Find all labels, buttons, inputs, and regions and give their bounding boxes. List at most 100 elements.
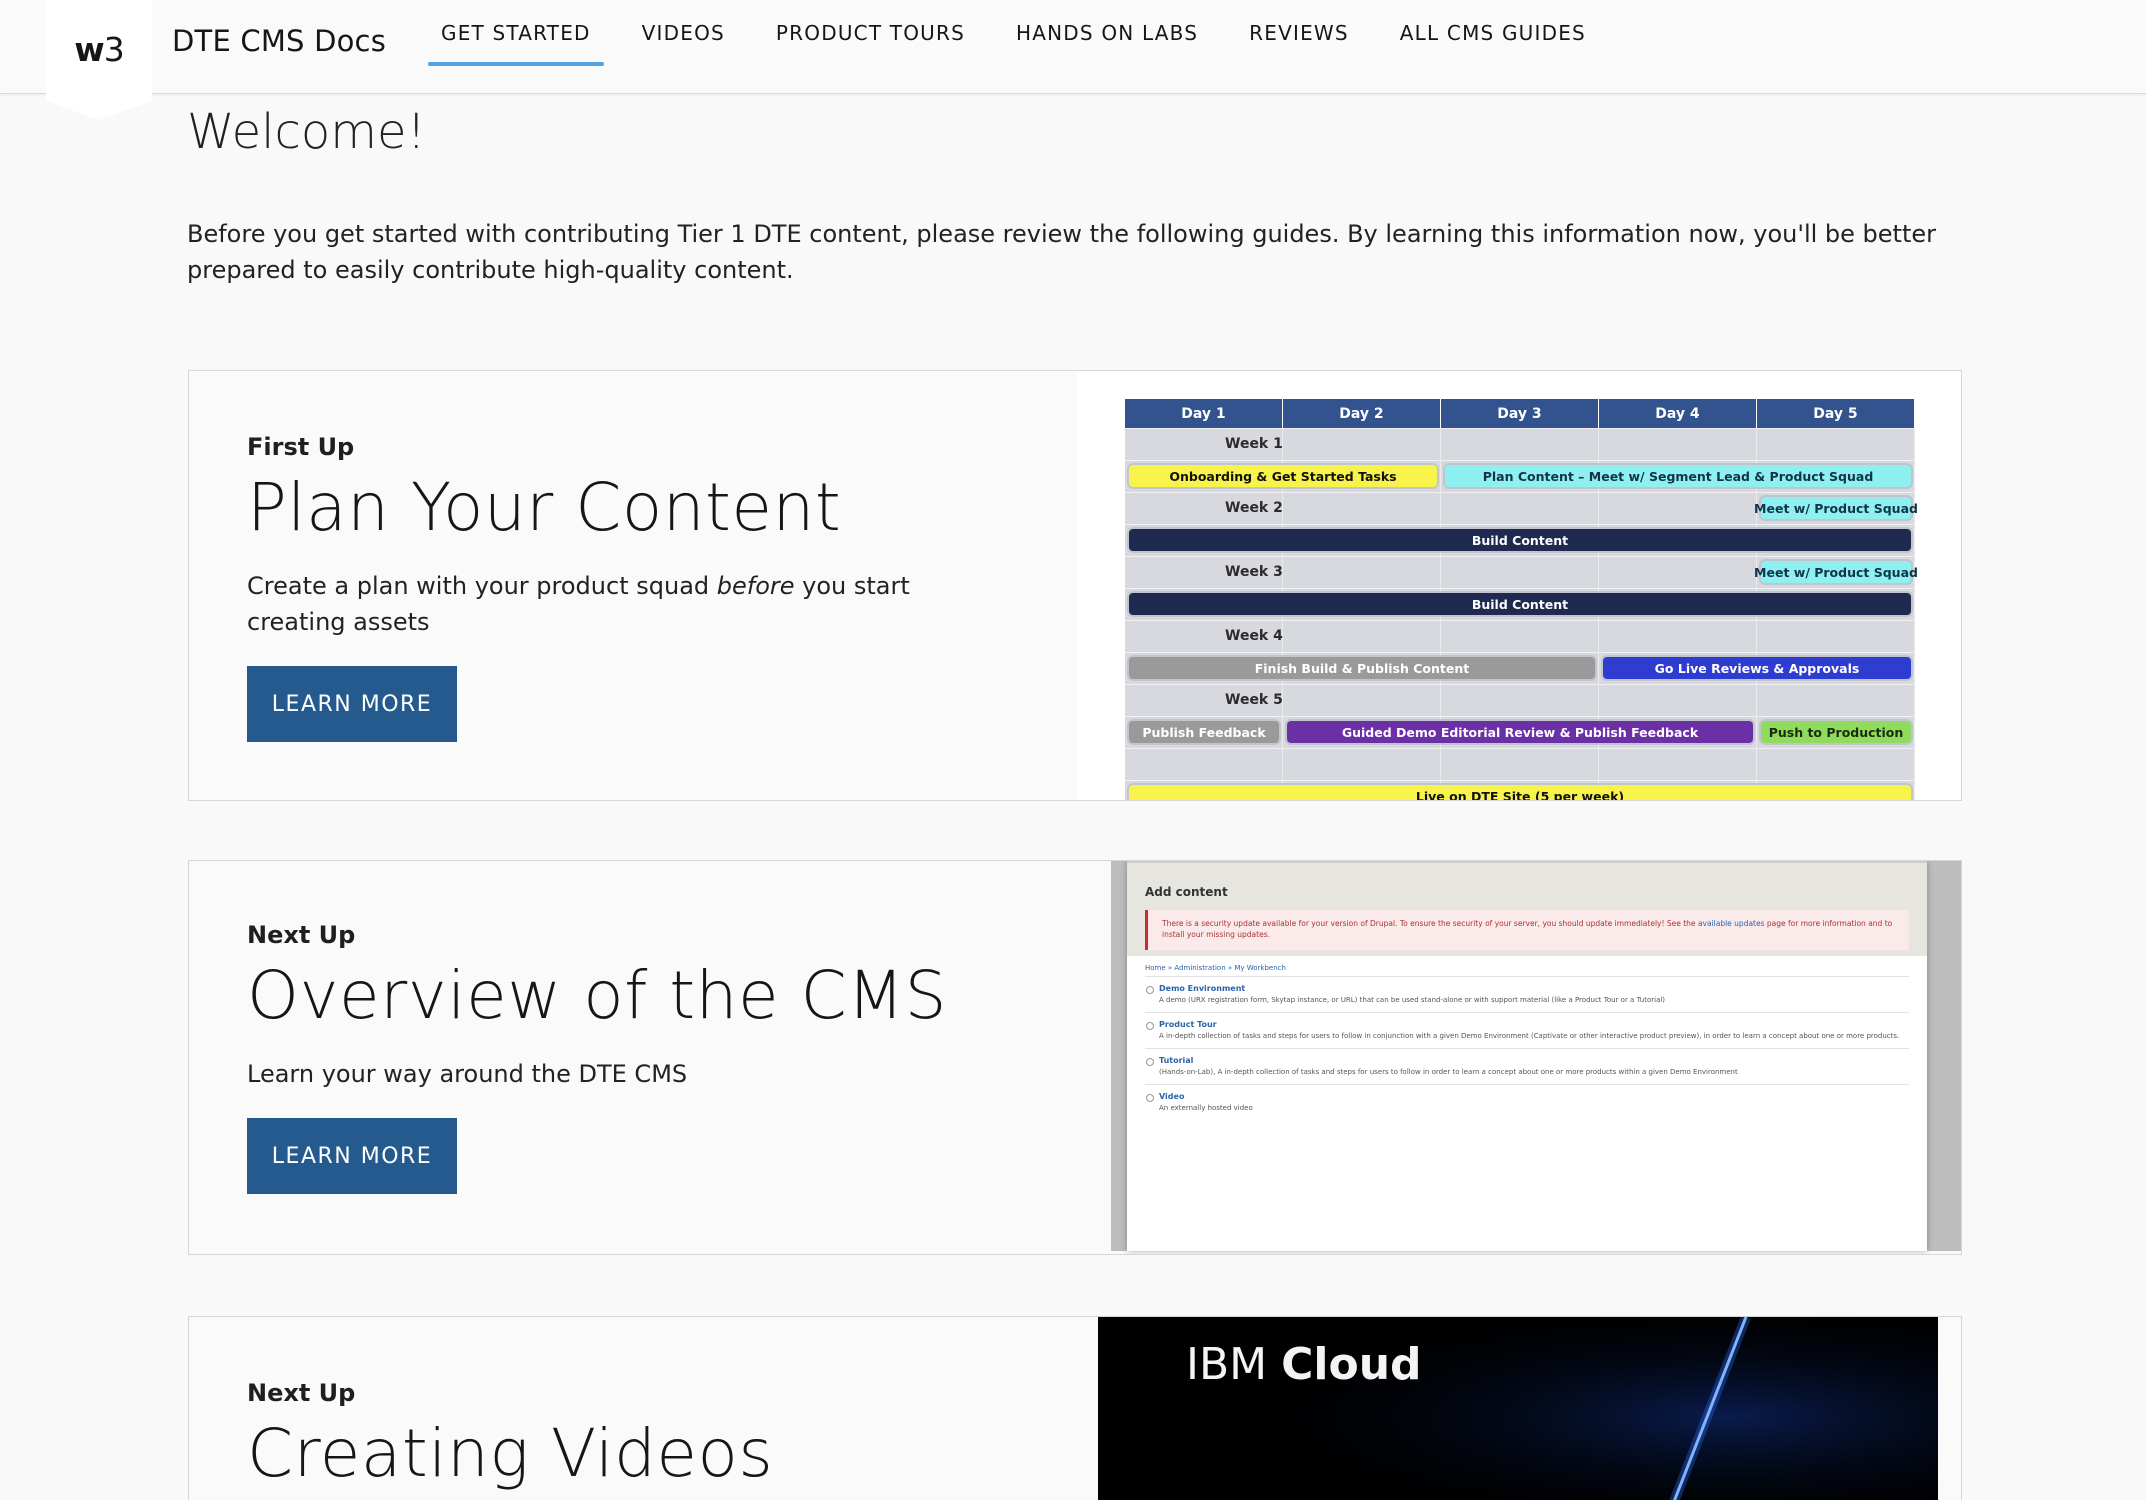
intro-text: Before you get started with contributing… — [187, 220, 1937, 284]
week-label: Week 4 — [1225, 628, 1283, 644]
schedule-cell — [1283, 493, 1441, 524]
learn-more-button[interactable]: LEARN MORE — [247, 666, 457, 742]
alert-text: There is a security update available for… — [1162, 919, 1698, 928]
site-title[interactable]: DTE CMS Docs — [172, 24, 386, 58]
schedule-grid: Day 1 Day 2 Day 3 Day 4 Day 5 Week 1 Week… — [1125, 399, 1918, 800]
video-product: Cloud — [1281, 1339, 1422, 1390]
card-title: Creating Videos — [247, 1415, 774, 1492]
schedule-row — [1125, 748, 1915, 780]
schedule-day-header: Day 1 Day 2 Day 3 Day 4 Day 5 — [1125, 399, 1915, 428]
video-title: IBM Cloud — [1186, 1339, 1422, 1390]
schedule-cell — [1757, 685, 1915, 716]
schedule-task-bar: Guided Demo Editorial Review & Publish F… — [1285, 719, 1755, 745]
schedule-cell — [1599, 621, 1757, 652]
schedule-task-bar: Build Content — [1127, 591, 1913, 617]
cms-body: Home » Administration » My Workbench Dem… — [1127, 956, 1927, 1128]
card-description: Create a plan with your product squad be… — [247, 568, 987, 640]
week-label: Week 2 — [1225, 500, 1283, 516]
schedule-cell — [1599, 557, 1757, 588]
w3-logo[interactable]: w3 — [46, 0, 152, 120]
desc-emphasis: before — [716, 572, 795, 600]
schedule-cell — [1283, 429, 1441, 460]
week-label: Week 5 — [1225, 692, 1283, 708]
schedule-cell — [1599, 749, 1757, 780]
schedule-task-bar: Go Live Reviews & Approvals — [1601, 655, 1913, 681]
content-type-desc: A demo (URX registration form, Skytap in… — [1159, 996, 1666, 1004]
schedule-cell — [1283, 621, 1441, 652]
schedule-cell — [1441, 429, 1599, 460]
schedule-task-bar: Onboarding & Get Started Tasks — [1127, 463, 1439, 489]
video-brand: IBM — [1186, 1339, 1268, 1390]
schedule-task-bar: Meet w/ Product Squad — [1754, 559, 1918, 585]
content-type-title: Video — [1159, 1092, 1185, 1101]
day-label: Day 5 — [1757, 399, 1915, 428]
schedule-row: Week 4 — [1125, 620, 1915, 652]
schedule-row: Week 5 — [1125, 684, 1915, 716]
schedule-task-bar: Push to Production — [1759, 719, 1913, 745]
schedule-cell — [1757, 749, 1915, 780]
card-title: Overview of the CMS — [247, 957, 948, 1034]
content-type-item: Product Tour A in-depth collection of ta… — [1145, 1012, 1909, 1048]
schedule-task-bar: Live on DTE Site (5 per week) — [1127, 783, 1913, 800]
cms-window: Add content There is a security update a… — [1127, 861, 1927, 1251]
learn-more-button[interactable]: LEARN MORE — [247, 1118, 457, 1194]
main-nav: GET STARTED VIDEOS PRODUCT TOURS HANDS O… — [428, 0, 1624, 94]
logo-prefix: w — [74, 30, 104, 69]
nav-hands-on-labs[interactable]: HANDS ON LABS — [1003, 0, 1211, 66]
day-label: Day 4 — [1599, 399, 1757, 428]
schedule-cell — [1283, 685, 1441, 716]
day-label: Day 3 — [1441, 399, 1599, 428]
schedule-cell — [1757, 621, 1915, 652]
schedule-task-bar: Build Content — [1127, 527, 1913, 553]
schedule-task-bar: Publish Feedback — [1127, 719, 1281, 745]
desc-text: Create a plan with your product squad — [247, 572, 717, 600]
card-creating-videos: Next Up Creating Videos IBM Cloud — [188, 1316, 1962, 1500]
content-type-item: Demo Environment A demo (URX registratio… — [1145, 976, 1909, 1012]
card-cms-overview: Next Up Overview of the CMS Learn your w… — [188, 860, 1962, 1255]
content-type-desc: (Hands-on-Lab), A in-depth collection of… — [1159, 1068, 1738, 1076]
nav-reviews[interactable]: REVIEWS — [1236, 0, 1362, 66]
nav-get-started[interactable]: GET STARTED — [428, 0, 604, 66]
schedule-cell — [1599, 493, 1757, 524]
content-type-desc: A in-depth collection of tasks and steps… — [1159, 1032, 1900, 1040]
schedule-cell — [1599, 429, 1757, 460]
day-label: Day 1 — [1125, 399, 1283, 428]
ibm-cloud-video-thumbnail[interactable]: IBM Cloud — [1098, 1317, 1938, 1500]
schedule-cell — [1599, 685, 1757, 716]
nav-all-cms-guides[interactable]: ALL CMS GUIDES — [1387, 0, 1599, 66]
card-plan-content: First Up Plan Your Content Create a plan… — [188, 370, 1962, 801]
schedule-task-bar: Meet w/ Product Squad — [1754, 495, 1918, 521]
card-eyebrow: Next Up — [247, 921, 356, 949]
cms-screenshot: Add content There is a security update a… — [1111, 861, 1961, 1251]
schedule-cell — [1441, 749, 1599, 780]
schedule-cell — [1441, 557, 1599, 588]
nav-videos[interactable]: VIDEOS — [629, 0, 738, 66]
top-header: w3 DTE CMS Docs GET STARTED VIDEOS PRODU… — [0, 0, 2146, 120]
schedule-cell — [1125, 749, 1283, 780]
content-type-desc: An externally hosted video — [1159, 1104, 1253, 1112]
card-title: Plan Your Content — [247, 469, 842, 546]
card-text: First Up Plan Your Content Create a plan… — [247, 433, 987, 742]
day-label: Day 2 — [1283, 399, 1441, 428]
schedule-cell — [1283, 749, 1441, 780]
content-type-title: Product Tour — [1159, 1020, 1217, 1029]
week-label: Week 1 — [1225, 436, 1283, 452]
card-eyebrow: Next Up — [247, 1379, 356, 1407]
schedule-cell — [1441, 621, 1599, 652]
nav-product-tours[interactable]: PRODUCT TOURS — [763, 0, 978, 66]
schedule-task-bar: Finish Build & Publish Content — [1127, 655, 1597, 681]
schedule-cell — [1757, 429, 1915, 460]
content-type-title: Tutorial — [1159, 1056, 1194, 1065]
content-type-item: Video An externally hosted video — [1145, 1084, 1909, 1120]
page-title: Welcome! — [187, 104, 426, 160]
card-text: Next Up Overview of the CMS Learn your w… — [247, 921, 987, 1194]
alert-link: available updates — [1697, 919, 1765, 928]
content-type-title: Demo Environment — [1159, 984, 1246, 993]
logo-suffix: 3 — [103, 30, 125, 69]
cms-header: Add content There is a security update a… — [1127, 861, 1927, 956]
schedule-row: Week 1 — [1125, 428, 1915, 460]
schedule-task-bar: Plan Content – Meet w/ Segment Lead & Pr… — [1443, 463, 1913, 489]
card-description: Learn your way around the DTE CMS — [247, 1060, 688, 1088]
card-text: Next Up Creating Videos — [247, 1379, 773, 1492]
schedule-cell — [1283, 557, 1441, 588]
